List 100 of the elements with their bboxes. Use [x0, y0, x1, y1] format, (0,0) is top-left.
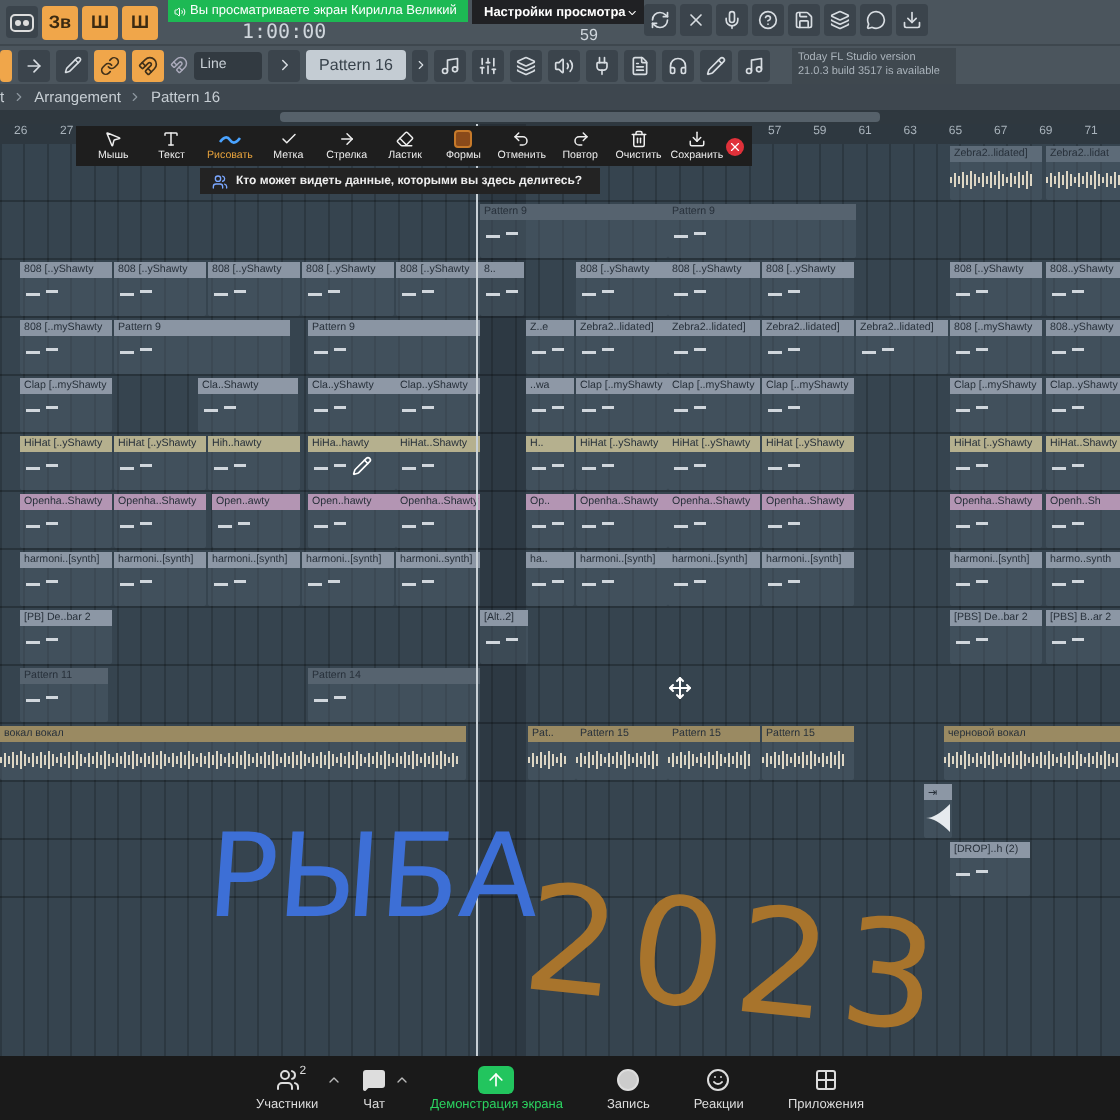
mode-button[interactable]: Зв — [42, 5, 78, 39]
apps-icon — [813, 1067, 838, 1091]
mode-button[interactable]: Ш — [82, 5, 118, 39]
notes-drawing — [486, 290, 518, 296]
pattern-select[interactable]: Pattern 16 — [306, 50, 406, 80]
pencil-icon[interactable] — [56, 49, 88, 81]
pointer-icon — [104, 130, 123, 148]
help-icon[interactable] — [752, 4, 784, 36]
notes-drawing — [956, 638, 988, 644]
refresh-icon[interactable] — [644, 4, 676, 36]
notes-drawing — [532, 522, 564, 528]
undo-icon — [512, 130, 531, 148]
notes-drawing — [532, 406, 564, 412]
people-icon — [275, 1067, 300, 1091]
notes-drawing — [768, 348, 800, 354]
pencil-icon[interactable] — [700, 49, 732, 81]
notes-drawing — [218, 522, 250, 528]
eraser-icon — [396, 130, 415, 148]
notes-drawing — [582, 290, 614, 296]
song-time: 1:00:00 — [242, 22, 327, 44]
notes-drawing — [402, 580, 434, 586]
record-icon — [616, 1067, 641, 1091]
notes-drawing — [26, 464, 58, 470]
notes-drawing — [956, 290, 988, 296]
notes-drawing — [214, 290, 246, 296]
notes-drawing — [582, 580, 614, 586]
people-icon — [212, 173, 228, 189]
notes-drawing — [674, 406, 706, 412]
notes-drawing — [120, 464, 152, 470]
notes-drawing — [1052, 638, 1084, 644]
smiley-icon — [706, 1067, 731, 1091]
sliders-icon[interactable] — [472, 49, 504, 81]
notes-drawing — [674, 290, 706, 296]
notes-drawing — [402, 464, 434, 470]
chat-icon[interactable] — [860, 4, 892, 36]
link-icon[interactable] — [94, 49, 126, 81]
notes-drawing — [308, 290, 340, 296]
notes-drawing — [1052, 580, 1084, 586]
notes-drawing — [486, 232, 518, 238]
notes-drawing — [768, 580, 800, 586]
notes-drawing — [674, 232, 706, 238]
mode-button[interactable]: Ш — [122, 5, 158, 39]
layers-icon[interactable] — [510, 49, 542, 81]
scrollbar-thumb[interactable] — [280, 112, 880, 122]
notes-drawing — [582, 406, 614, 412]
notes-drawing — [674, 348, 706, 354]
notes-drawing — [214, 580, 246, 586]
microphone-icon[interactable] — [716, 4, 748, 36]
pencil-cursor-icon — [352, 456, 372, 476]
notes-drawing — [956, 522, 988, 528]
share-icon — [486, 1069, 507, 1089]
headphones-icon[interactable] — [662, 49, 694, 81]
notes-drawing — [532, 580, 564, 586]
notes-drawing — [120, 522, 152, 528]
tool-button[interactable] — [0, 49, 12, 81]
notes-drawing — [768, 290, 800, 296]
notes-drawing — [1052, 522, 1084, 528]
notes-drawing — [214, 464, 246, 470]
notes-drawing — [314, 464, 346, 470]
document-icon[interactable] — [624, 49, 656, 81]
music-icon[interactable] — [738, 49, 770, 81]
notes-drawing — [674, 464, 706, 470]
notes-drawing — [532, 464, 564, 470]
notes-drawing — [314, 696, 346, 702]
notes-drawing — [1052, 406, 1084, 412]
notes-drawing — [956, 870, 988, 876]
save-icon[interactable] — [788, 4, 820, 36]
download-icon — [687, 130, 706, 148]
notes-drawing — [674, 522, 706, 528]
download-icon[interactable] — [896, 4, 928, 36]
layers-icon[interactable] — [824, 4, 856, 36]
notes-drawing — [956, 348, 988, 354]
notes-drawing — [956, 406, 988, 412]
notes-drawing — [26, 290, 58, 296]
tape-icon[interactable] — [6, 6, 38, 38]
magnet-icon[interactable] — [170, 56, 188, 74]
notes-drawing — [532, 348, 564, 354]
notes-drawing — [402, 522, 434, 528]
trash-icon — [629, 130, 648, 148]
plug-icon[interactable] — [586, 49, 618, 81]
chevron-icon — [625, 5, 638, 19]
notes-drawing — [402, 290, 434, 296]
tempo-reading: 59 — [580, 26, 598, 44]
music-icon[interactable] — [434, 49, 466, 81]
speaker-icon[interactable] — [548, 49, 580, 81]
notes-drawing — [1052, 348, 1084, 354]
chat-icon — [362, 1067, 387, 1091]
notes-drawing — [674, 580, 706, 586]
notes-drawing — [120, 290, 152, 296]
fade-drawing — [924, 800, 952, 836]
notes-drawing — [582, 348, 614, 354]
notes-drawing — [26, 522, 58, 528]
redo-icon — [571, 130, 590, 148]
text-icon — [162, 130, 181, 148]
notes-drawing — [120, 580, 152, 586]
notes-drawing — [402, 406, 434, 412]
close-icon[interactable] — [726, 137, 745, 155]
move-cursor-icon — [668, 676, 692, 700]
notes-drawing — [26, 580, 58, 586]
notes-drawing — [26, 696, 58, 702]
